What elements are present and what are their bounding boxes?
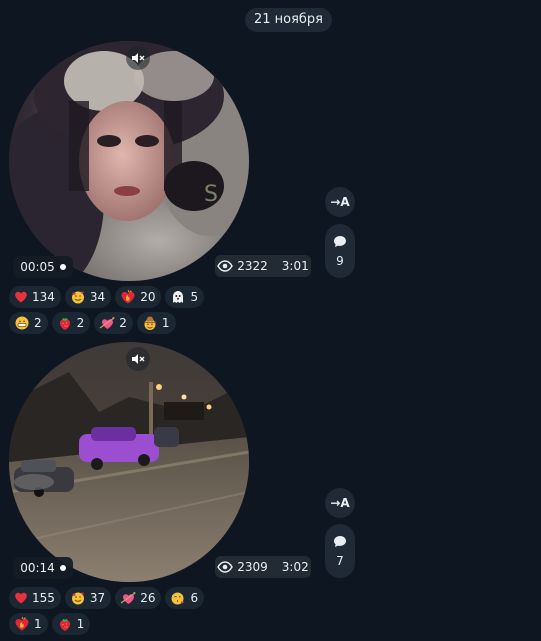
eye-icon — [217, 260, 234, 272]
reaction-count: 2 — [34, 316, 42, 330]
reaction-count: 155 — [32, 591, 55, 605]
comment-count: 9 — [336, 253, 344, 268]
comments-button[interactable]: 9 — [325, 224, 355, 278]
view-count: 2322 — [237, 259, 268, 273]
reaction-count: 5 — [190, 290, 199, 304]
reactions-row: 155 37 26 6 — [9, 587, 205, 609]
message-time: 3:01 — [281, 259, 309, 273]
red-heart-icon — [15, 592, 27, 604]
comment-bubble-icon — [334, 235, 346, 247]
message-time: 3:02 — [281, 560, 309, 574]
translate-icon: →A — [330, 195, 350, 209]
reaction-heart-on-fire[interactable]: 1 — [9, 613, 48, 635]
reaction-count: 1 — [76, 617, 85, 631]
face-blowing-kiss-icon — [171, 592, 185, 605]
reaction-smiling-face-with-hearts[interactable]: 37 — [64, 587, 112, 609]
video-frame-street — [9, 342, 249, 582]
reaction-strawberry[interactable]: 2 — [51, 312, 91, 334]
comment-bubble-icon — [334, 535, 346, 547]
smiling-face-with-hearts-icon — [71, 291, 84, 304]
reaction-grinning-face[interactable]: 2 — [9, 312, 48, 334]
comment-count: 7 — [336, 553, 344, 568]
reaction-count: 20 — [140, 290, 156, 304]
heart-on-fire-icon — [15, 616, 29, 631]
reaction-ghost[interactable]: 5 — [165, 286, 205, 308]
round-video-thumbnail[interactable]: S — [9, 41, 249, 281]
translate-button[interactable]: →A — [325, 187, 355, 217]
heart-with-arrow-icon — [99, 317, 115, 329]
video-duration-badge: 00:14 — [13, 557, 73, 579]
cowboy-face-icon — [143, 316, 157, 330]
smiling-face-with-hearts-icon — [71, 592, 84, 605]
reaction-heart-on-fire[interactable]: 20 — [115, 286, 162, 308]
video-frame-portrait: S — [9, 41, 249, 281]
reaction-count: 2 — [76, 316, 85, 330]
reaction-count: 34 — [89, 290, 106, 304]
reaction-count: 26 — [140, 591, 156, 605]
reactions-row: 2 2 2 1 — [9, 312, 176, 334]
svg-text:S: S — [204, 182, 218, 207]
reaction-count: 1 — [161, 316, 170, 330]
reaction-heart-with-arrow[interactable]: 26 — [115, 587, 162, 609]
grinning-face-icon — [15, 316, 29, 330]
strawberry-icon — [59, 318, 70, 330]
reaction-red-heart[interactable]: 134 — [9, 286, 61, 308]
reaction-face-blowing-kiss[interactable]: 6 — [165, 587, 205, 609]
heart-on-fire-icon — [121, 289, 135, 304]
reaction-count: 37 — [89, 591, 106, 605]
reaction-heart-with-arrow[interactable]: 2 — [94, 312, 133, 334]
ghost-icon — [173, 291, 184, 303]
reaction-cowboy-face[interactable]: 1 — [136, 312, 176, 334]
strawberry-icon — [59, 619, 70, 631]
unwatched-dot-icon — [59, 565, 66, 571]
video-duration: 00:14 — [20, 561, 55, 575]
reaction-count: 6 — [190, 591, 199, 605]
comments-button[interactable]: 7 — [325, 524, 355, 578]
date-separator: 21 ноября — [245, 8, 332, 32]
muted-speaker-icon — [132, 354, 145, 364]
unwatched-dot-icon — [59, 264, 66, 270]
heart-with-arrow-icon — [120, 592, 136, 604]
video-duration-badge: 00:05 — [13, 256, 73, 278]
reaction-count: 2 — [119, 316, 127, 330]
message-meta: 2322 3:01 — [215, 255, 311, 277]
mute-toggle[interactable] — [126, 347, 150, 371]
muted-speaker-icon — [132, 53, 145, 63]
video-message: 00:14 2309 3:02 →A 7 155 37 26 6 1 1 — [0, 341, 541, 641]
reaction-count: 1 — [34, 617, 42, 631]
red-heart-icon — [15, 291, 27, 303]
eye-icon — [217, 561, 234, 573]
mute-toggle[interactable] — [126, 46, 150, 70]
message-meta: 2309 3:02 — [215, 556, 311, 578]
reactions-row: 1 1 — [9, 613, 91, 635]
reactions-row: 134 34 20 5 — [9, 286, 205, 308]
reaction-red-heart[interactable]: 155 — [9, 587, 61, 609]
round-video-thumbnail[interactable] — [9, 342, 249, 582]
view-count: 2309 — [237, 560, 268, 574]
translate-icon: →A — [330, 496, 350, 510]
video-duration: 00:05 — [20, 260, 55, 274]
reaction-smiling-face-with-hearts[interactable]: 34 — [64, 286, 112, 308]
translate-button[interactable]: →A — [325, 488, 355, 518]
reaction-count: 134 — [32, 290, 55, 304]
reaction-strawberry[interactable]: 1 — [51, 613, 91, 635]
video-message: S 00:05 2322 3:01 →A 9 134 34 20 5 2 2 2… — [0, 40, 541, 340]
